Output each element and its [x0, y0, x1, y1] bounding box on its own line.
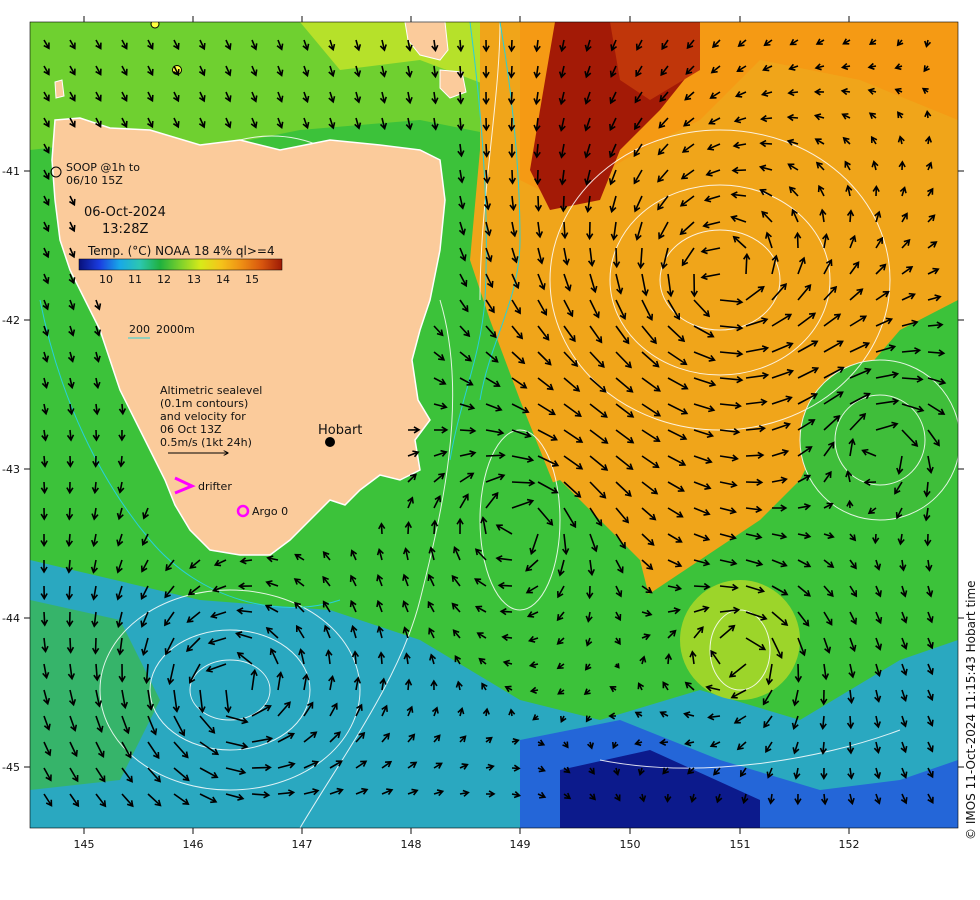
drifter-label: drifter	[198, 480, 232, 493]
x-tick-label: 151	[730, 838, 751, 851]
legend-line-1: Altimetric sealevel	[160, 384, 262, 397]
x-tick-label: 147	[292, 838, 313, 851]
y-tick-label: -42	[2, 314, 20, 327]
y-tick-label: -45	[2, 761, 20, 774]
y-tick-label: -41	[2, 165, 20, 178]
colorbar-tick-label: 15	[245, 273, 259, 286]
colorbar-tick-label: 14	[216, 273, 230, 286]
x-tick-label: 145	[74, 838, 95, 851]
map-time: 13:28Z	[102, 222, 148, 237]
imos-credit: © IMOS 11-Oct-2024 11:15:43 Hobart time	[964, 580, 978, 840]
x-tick-label: 152	[839, 838, 860, 851]
y-tick-label: -43	[2, 463, 20, 476]
x-tick-label: 149	[510, 838, 531, 851]
hobart-label: Hobart	[318, 423, 362, 438]
colorbar	[78, 258, 283, 271]
colorbar-tick-label: 12	[157, 273, 171, 286]
x-tick-label: 150	[620, 838, 641, 851]
hobart-marker	[325, 437, 335, 447]
colorbar-title: Temp. (°C) NOAA 18 4% ql>=4	[87, 244, 275, 258]
colorbar-tick-label: 11	[128, 273, 142, 286]
colorbar-tick-label: 10	[99, 273, 113, 286]
argo-label: Argo 0	[252, 505, 288, 518]
king-island	[54, 79, 65, 99]
map-date: 06-Oct-2024	[84, 205, 166, 220]
x-tick-label: 148	[401, 838, 422, 851]
bathymetry-label-2000: 2000m	[156, 323, 195, 336]
x-tick-label: 146	[183, 838, 204, 851]
legend-line-5: 0.5m/s (1kt 24h)	[160, 436, 252, 449]
bathymetry-label-200: 200	[129, 323, 150, 336]
sst-map: SOOP @1h to 06/10 15Z 06-Oct-2024 13:28Z…	[2, 16, 978, 851]
legend-line-4: 06 Oct 13Z	[160, 423, 222, 436]
colorbar-tick-label: 13	[187, 273, 201, 286]
y-tick-label: -44	[2, 612, 20, 625]
soop-marker-1	[150, 22, 160, 29]
legend-line-3: and velocity for	[160, 410, 246, 423]
legend-line-2: (0.1m contours)	[160, 397, 248, 410]
soop-note-line2: 06/10 15Z	[66, 174, 123, 187]
sst-region-yellow-patch	[680, 580, 800, 700]
soop-note-line1: SOOP @1h to	[66, 161, 140, 174]
